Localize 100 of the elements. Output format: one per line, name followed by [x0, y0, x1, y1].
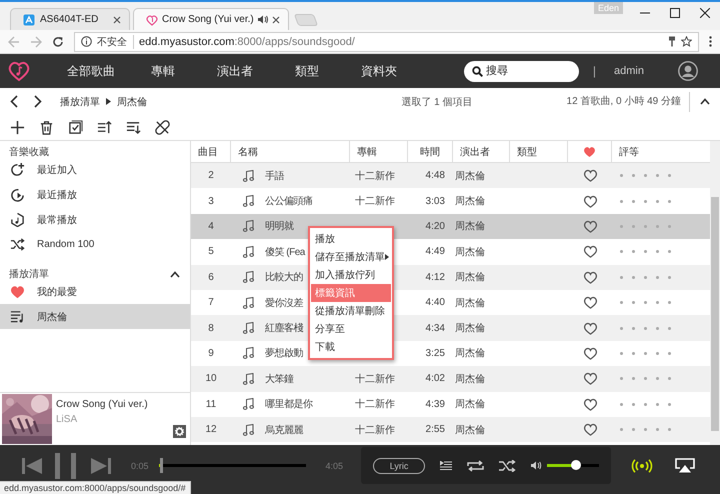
- reload-icon[interactable]: [52, 36, 64, 48]
- playlist-icon: [10, 309, 25, 324]
- heart-icon[interactable]: [582, 169, 598, 182]
- close-icon[interactable]: [700, 8, 710, 18]
- menu-item[interactable]: 下載: [311, 338, 391, 356]
- heart-icon[interactable]: [582, 322, 598, 335]
- volume-handle[interactable]: [570, 460, 581, 470]
- music-note-icon: [243, 170, 254, 182]
- heart-icon: [583, 146, 596, 157]
- table-row[interactable]: 10 大笨鐘 十二新作 4:02 周杰倫: [191, 366, 710, 392]
- menu-item[interactable]: 分享至: [311, 320, 391, 338]
- collapse-icon[interactable]: [170, 270, 180, 278]
- delete-icon[interactable]: [39, 120, 54, 135]
- volume-icon[interactable]: [531, 461, 542, 470]
- column-header[interactable]: 類型: [517, 144, 537, 158]
- check-box-icon[interactable]: [68, 120, 83, 135]
- table-cell: 2:55: [426, 424, 445, 436]
- artist-name: LiSA: [56, 414, 78, 425]
- forward-icon[interactable]: [34, 95, 42, 108]
- next-icon[interactable]: [91, 458, 111, 474]
- search-field[interactable]: 搜尋: [464, 60, 579, 82]
- column-header[interactable]: 評等: [619, 144, 639, 158]
- music-note-icon: [243, 398, 254, 410]
- nav-item[interactable]: 資料夾: [343, 62, 415, 80]
- nav-item[interactable]: 類型: [271, 62, 343, 80]
- maximize-icon[interactable]: [670, 8, 680, 18]
- breadcrumb-item[interactable]: 周杰倫: [117, 94, 147, 108]
- collapse-icon[interactable]: [700, 98, 710, 105]
- scrollbar[interactable]: [710, 141, 720, 445]
- table-cell-text: 夢想啟動: [265, 346, 303, 360]
- heart-icon[interactable]: [582, 398, 598, 411]
- nav-item[interactable]: 專輯: [127, 62, 199, 80]
- sidebar-item[interactable]: 最近播放: [0, 182, 190, 207]
- sort-down-icon[interactable]: [126, 120, 141, 135]
- close-icon[interactable]: [113, 16, 121, 24]
- nav-item[interactable]: 全部歌曲: [55, 62, 127, 80]
- sidebar-item[interactable]: 周杰倫: [0, 304, 190, 329]
- table-cell-text: 周杰倫: [455, 194, 485, 208]
- airplay-icon[interactable]: [675, 458, 696, 473]
- pause-icon[interactable]: [55, 452, 77, 478]
- lyric-button[interactable]: Lyric: [373, 458, 426, 474]
- back-icon[interactable]: [10, 95, 18, 108]
- key-icon[interactable]: [668, 36, 676, 47]
- table-cell-text: 十二新作: [355, 398, 395, 412]
- heart-icon[interactable]: [582, 220, 598, 233]
- heart-icon[interactable]: [582, 270, 598, 284]
- music-note-icon: [243, 322, 254, 334]
- music-note-icon: [243, 296, 254, 309]
- column-header[interactable]: 時間: [420, 144, 440, 158]
- elapsed-time: 0:05: [131, 460, 149, 470]
- sidebar-item[interactable]: 我的最愛: [0, 279, 190, 304]
- total-time: 4:05: [326, 460, 344, 470]
- menu-item[interactable]: 加入播放佇列: [311, 266, 391, 284]
- sidebar-item[interactable]: 最近加入: [0, 157, 190, 182]
- settings-button[interactable]: [173, 425, 186, 438]
- previous-icon[interactable]: [22, 458, 42, 474]
- avatar-icon[interactable]: [678, 61, 698, 81]
- menu-icon[interactable]: [709, 36, 712, 47]
- browser-tab[interactable]: Crow Song (Yui ver.): [133, 8, 289, 30]
- progress-handle[interactable]: [160, 458, 164, 473]
- music-note-icon: [243, 246, 254, 258]
- table-row[interactable]: 12 烏克麗麗 十二新作 2:55 周杰倫: [191, 416, 710, 442]
- nav-item[interactable]: 演出者: [199, 62, 271, 80]
- selection-count: 選取了 1 個項目: [401, 96, 473, 108]
- table-cell-text: 十二新作: [355, 372, 395, 386]
- user-name[interactable]: admin: [614, 65, 644, 77]
- sidebar-item[interactable]: 最常播放: [0, 207, 190, 232]
- sidebar-item[interactable]: Random 100: [0, 232, 190, 257]
- heart-icon[interactable]: [582, 245, 598, 258]
- heart-icon[interactable]: [582, 346, 598, 360]
- song-title: Crow Song (Yui ver.): [56, 399, 148, 410]
- browser-tab[interactable]: AS6404T-ED: [10, 8, 130, 30]
- star-icon[interactable]: [681, 36, 692, 47]
- heart-icon[interactable]: [582, 423, 598, 436]
- sort-up-icon[interactable]: [97, 120, 112, 135]
- logo-icon[interactable]: [8, 60, 30, 82]
- close-icon[interactable]: [272, 16, 280, 24]
- column-header[interactable]: 名稱: [238, 144, 258, 158]
- unlink-icon[interactable]: [155, 120, 170, 135]
- column-header[interactable]: 演出者: [460, 144, 490, 158]
- add-icon[interactable]: [10, 120, 25, 135]
- address-bar[interactable]: 不安全 edd.myasustor.com:8000/apps/soundsgood/: [74, 32, 699, 52]
- menu-item[interactable]: 儲存至播放清單: [311, 248, 391, 266]
- music-note-icon: [243, 424, 254, 436]
- heart-icon[interactable]: [582, 372, 598, 386]
- breadcrumb-item[interactable]: 播放清單: [60, 94, 100, 108]
- shuffle-icon[interactable]: [499, 460, 516, 472]
- broadcast-icon[interactable]: [631, 458, 654, 472]
- table-row[interactable]: 2 手語 十二新作 4:48 周杰倫: [191, 163, 710, 188]
- queue-icon[interactable]: [440, 460, 452, 470]
- app-icon: [23, 14, 35, 26]
- column-header[interactable]: 曲目: [198, 144, 218, 158]
- heart-icon[interactable]: [582, 194, 598, 208]
- add-time-icon: [10, 162, 25, 177]
- repeat-icon[interactable]: [467, 460, 484, 472]
- table-cell-text: 十二新作: [355, 170, 395, 183]
- heart-icon[interactable]: [582, 296, 598, 310]
- table-cell: 11: [206, 398, 216, 410]
- column-header[interactable]: 專輯: [357, 144, 377, 158]
- security-label: 不安全: [97, 34, 134, 48]
